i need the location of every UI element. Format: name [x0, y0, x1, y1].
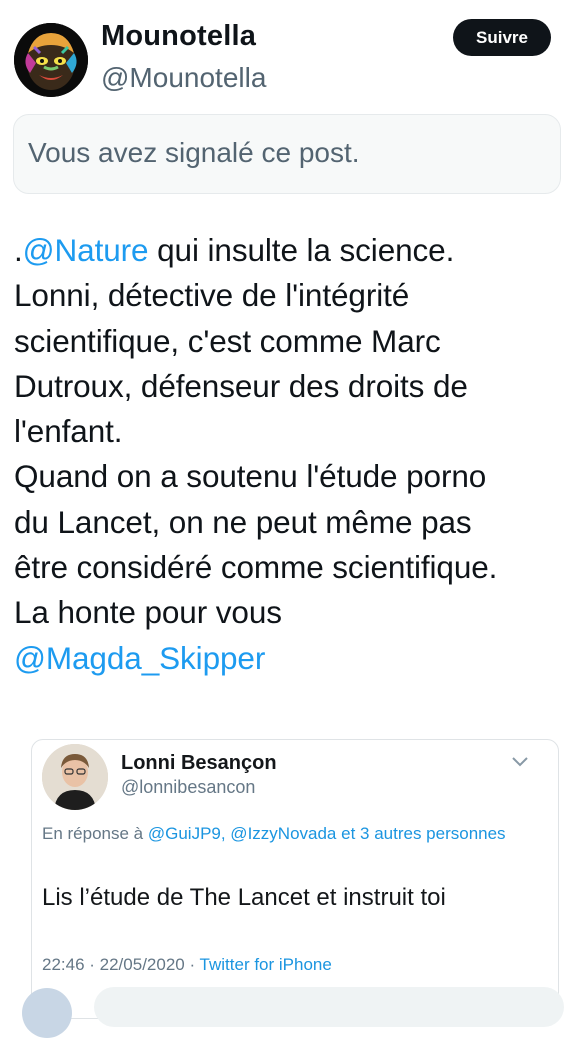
- painted-monkey-avatar-icon: [14, 23, 88, 97]
- quoted-timestamp[interactable]: 22:46 · 22/05/2020 ·: [42, 955, 200, 974]
- report-notice: Vous avez signalé ce post.: [13, 114, 561, 194]
- tweet-line: Dutroux, défenseur des droits de: [14, 367, 468, 404]
- tweet-line: du Lancet, on ne peut même pas: [14, 503, 472, 540]
- quoted-author-avatar[interactable]: [42, 744, 108, 810]
- reply-input[interactable]: [94, 987, 564, 1027]
- quoted-author-handle[interactable]: @lonnibesancon: [121, 777, 255, 798]
- reply-others[interactable]: et 3 autres personnes: [336, 824, 505, 843]
- report-notice-text: Vous avez signalé ce post.: [28, 137, 360, 168]
- person-photo-icon: [42, 744, 108, 810]
- author-handle[interactable]: @Mounotella: [101, 62, 266, 94]
- reply-context: En réponse à @GuiJP9, @IzzyNovada et 3 a…: [42, 820, 512, 848]
- tweet-line: l'enfant.: [14, 413, 123, 450]
- quoted-tweet-text: Lis l’étude de The Lancet et instruit to…: [42, 884, 446, 911]
- tweet-line: @Magda_Skipper: [14, 636, 570, 681]
- quoted-source[interactable]: Twitter for iPhone: [200, 955, 332, 974]
- tweet-line: scientifique, c'est comme Marc: [14, 322, 441, 359]
- reply-avatar: [22, 988, 72, 1038]
- quoted-author-name[interactable]: Lonni Besançon: [121, 752, 277, 775]
- reply-mentions[interactable]: @GuiJP9, @IzzyNovada: [148, 824, 337, 843]
- tweet-line-suffix: qui insulte la science.: [148, 232, 455, 268]
- reply-context-prefix: En réponse à: [42, 824, 148, 843]
- quoted-tweet-card[interactable]: Lonni Besançon @lonnibesancon En réponse…: [31, 739, 559, 1019]
- chevron-down-icon[interactable]: [510, 754, 530, 768]
- follow-button[interactable]: Suivre: [453, 19, 551, 56]
- tweet-line: .@Nature qui insulte la science.: [14, 228, 570, 273]
- tweet-line: être considéré comme scientifique.: [14, 549, 498, 586]
- author-avatar[interactable]: [14, 23, 88, 97]
- mention-link-magda[interactable]: @Magda_Skipper: [14, 640, 265, 676]
- tweet-line: Quand on a soutenu l'étude porno: [14, 458, 487, 495]
- author-display-name[interactable]: Mounotella: [101, 20, 256, 53]
- tweet-line: La honte pour vous: [14, 594, 282, 631]
- tweet-line: Lonni, détective de l'intégrité: [14, 277, 410, 314]
- tweet-body: .@Nature qui insulte la science. Lonni, …: [14, 228, 570, 681]
- tweet-line-prefix: .: [14, 232, 23, 268]
- mention-link-nature[interactable]: @Nature: [23, 232, 149, 268]
- tweet-header: Mounotella @Mounotella Suivre: [0, 0, 577, 105]
- quoted-tweet-meta: 22:46 · 22/05/2020 · Twitter for iPhone: [42, 955, 332, 975]
